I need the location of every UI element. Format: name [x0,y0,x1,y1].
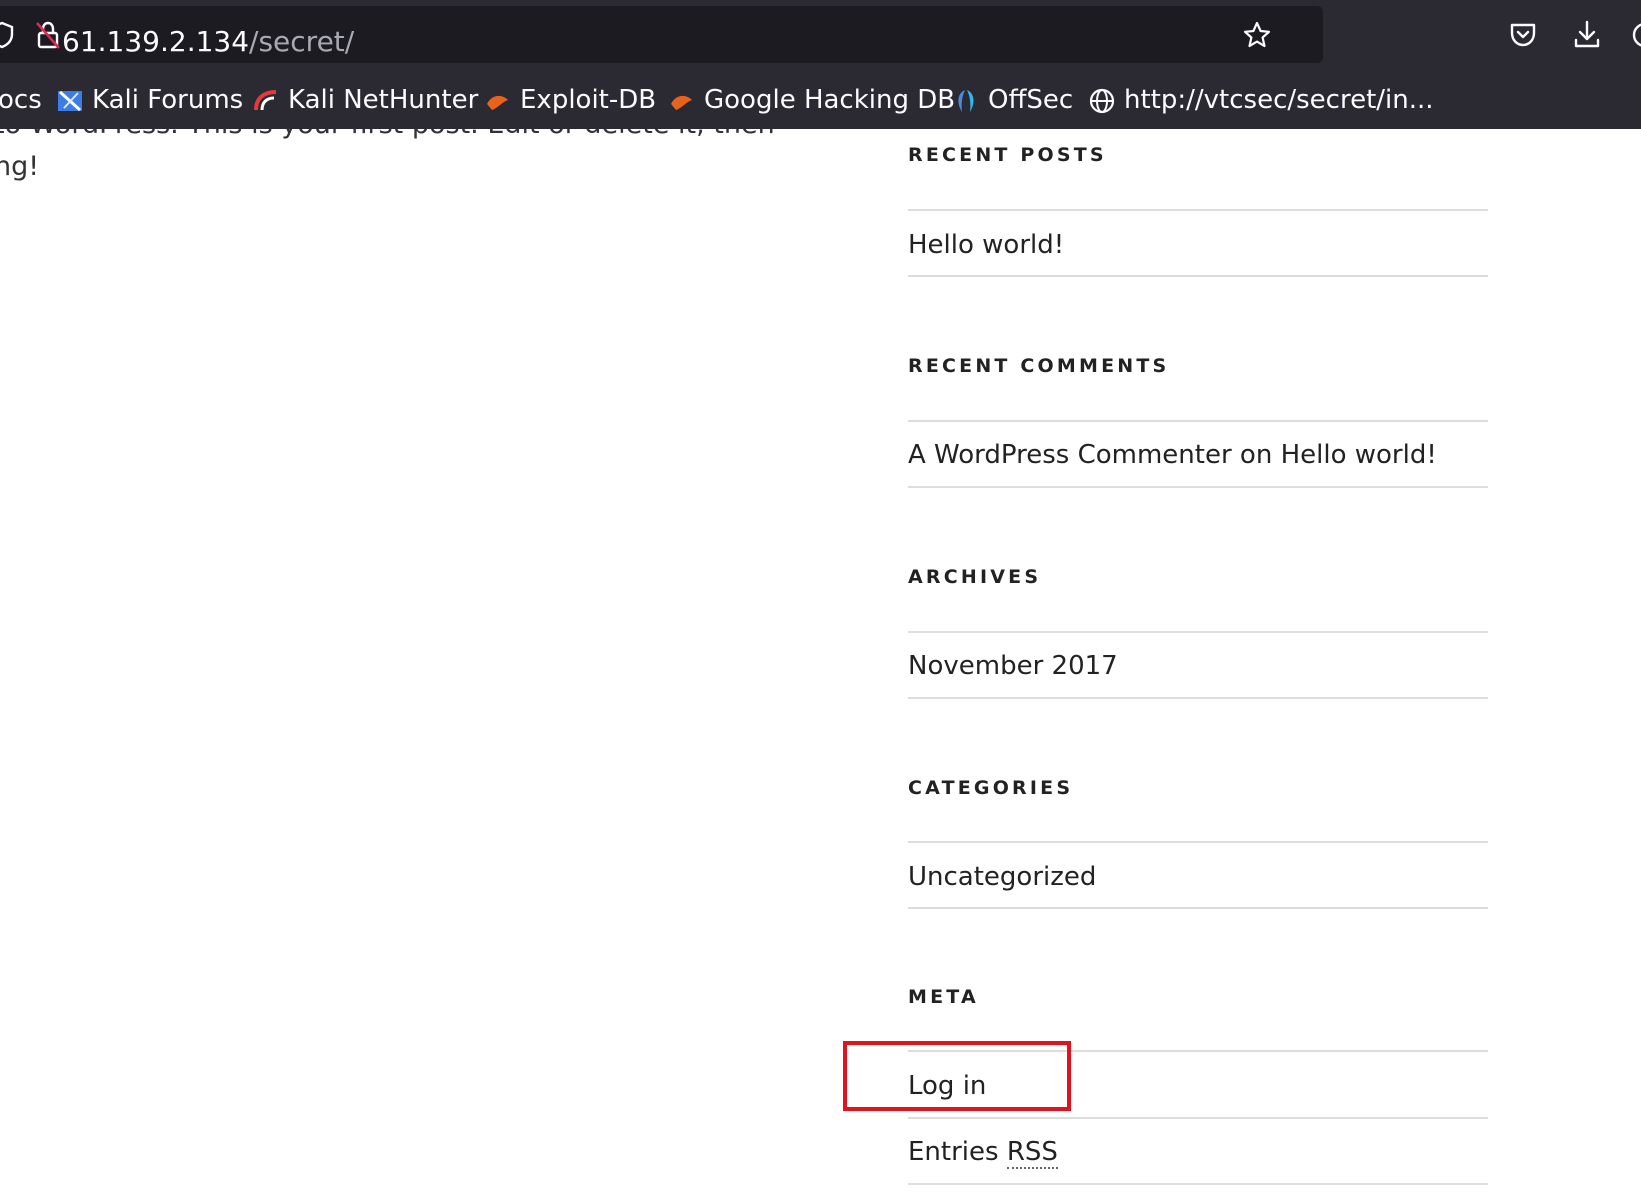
bookmark-vtcsec[interactable]: http://vtcsec/secret/in... [1088,78,1434,122]
bookmark-google-hacking-db[interactable]: Google Hacking DB [668,78,955,122]
divider [908,420,1488,422]
kali-nethunter-icon [254,90,277,111]
rss-abbr: RSS [1006,1137,1058,1169]
offsec-icon [958,90,974,112]
divider [908,209,1488,211]
globe-icon [1089,88,1115,114]
bookmarks-toolbar: ocs Kali Forums Kali NetHunter Exploit-D… [0,78,1641,122]
post-excerpt-line: ng! [0,151,40,182]
url-text[interactable]: 61.139.2.134/secret/ [62,22,354,62]
entries-rss-link[interactable]: Entries RSS [908,1135,1058,1169]
url-path: /secret/ [249,25,355,58]
exploit-db-icon [487,95,508,110]
pocket-icon[interactable] [1508,21,1538,49]
bookmark-label: OffSec [988,85,1074,115]
archive-link[interactable]: November 2017 [908,649,1118,683]
highlight-annotation [843,1041,1071,1111]
url-bar[interactable]: 61.139.2.134/secret/ [0,6,1323,63]
bookmark-offsec[interactable]: OffSec [952,78,1077,122]
bookmark-label: Kali NetHunter [288,85,479,115]
entries-label: Entries [908,1137,999,1167]
browser-toolbar: 61.139.2.134/secret/ ocs Kali Forums Kal… [0,0,1641,129]
category-link[interactable]: Uncategorized [908,860,1096,894]
bookmark-kali-nethunter[interactable]: Kali NetHunter [252,78,478,122]
star-icon[interactable] [1242,20,1272,50]
widget-title-categories: CATEGORIES [908,777,1074,799]
lock-slash-icon[interactable] [34,20,62,50]
divider [908,275,1488,277]
url-host: 61.139.2.134 [62,25,250,58]
widget-title-archives: ARCHIVES [908,566,1042,588]
bookmark-label: ocs [0,85,42,115]
divider [908,631,1488,633]
widget-title-recent-posts: RECENT POSTS [908,144,1107,166]
bookmark-label: http://vtcsec/secret/in... [1124,85,1434,115]
download-icon[interactable] [1572,19,1602,49]
recent-post-link[interactable]: Hello world! [908,228,1064,262]
bookmark-label: Exploit-DB [520,85,657,115]
divider [908,697,1488,699]
divider [908,1183,1488,1185]
widget-title-recent-comments: RECENT COMMENTS [908,355,1170,377]
bookmark-exploit-db[interactable]: Exploit-DB [484,78,659,122]
divider [908,486,1488,488]
shield-icon[interactable] [0,21,14,49]
bookmark-label: Kali Forums [92,85,244,115]
comment-post-link[interactable]: Hello world! [1281,440,1437,470]
bookmark-kali-forums[interactable]: Kali Forums [56,78,243,122]
widget-title-meta: META [908,986,979,1008]
kali-forums-icon [58,90,82,112]
ghdb-icon [671,95,692,110]
comment-author-link[interactable]: A WordPress Commenter [908,440,1232,470]
divider [908,907,1488,909]
bookmark-kali-docs[interactable]: ocs [0,78,42,122]
account-icon[interactable] [1630,20,1641,50]
divider [908,841,1488,843]
recent-comment: A WordPress Commenter on Hello world! [908,438,1437,472]
bookmark-label: Google Hacking DB [704,85,956,115]
comment-connector: on [1239,440,1273,470]
divider [908,1117,1488,1119]
